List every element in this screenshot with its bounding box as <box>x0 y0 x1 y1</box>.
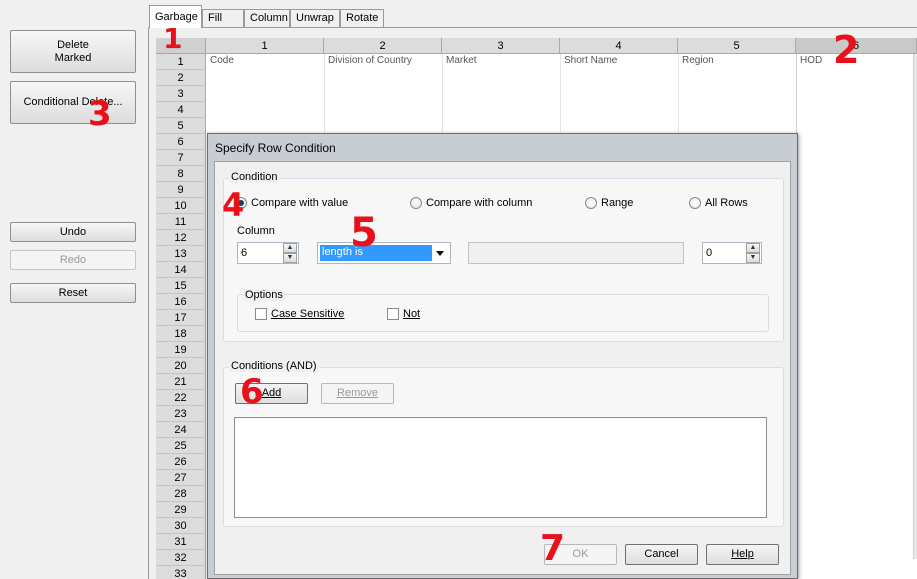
column-header-2[interactable]: 2 <box>324 38 442 54</box>
undo-button[interactable]: Undo <box>10 222 136 242</box>
not-label[interactable]: Not <box>403 308 420 320</box>
condition-group-title: Condition <box>229 171 280 183</box>
column-header-5[interactable]: 5 <box>678 38 796 54</box>
case-sensitive-checkbox[interactable] <box>255 308 267 320</box>
tab-strip-border <box>148 27 917 28</box>
help-button[interactable]: Help <box>706 544 779 565</box>
row-header-column: 1 2 3 4 5 6 7 8 9 10 11 12 13 14 15 16 17 18 19 20 21 22 23 24 2… <box>156 54 206 579</box>
remove-button: Remove <box>321 383 394 404</box>
column-label: Column <box>237 225 275 237</box>
conditions-group-title: Conditions (AND) <box>229 360 319 372</box>
tab-garbage[interactable]: Garbage <box>149 5 202 28</box>
tab-rotate[interactable]: Rotate <box>340 9 384 27</box>
row-header[interactable]: 12 <box>156 230 206 246</box>
compare-with-column-radio[interactable] <box>410 197 422 209</box>
grid-corner[interactable] <box>156 38 206 54</box>
column-spin-down[interactable]: ▼ <box>283 253 297 263</box>
column-spin-up[interactable]: ▲ <box>283 243 297 253</box>
row-header[interactable]: 19 <box>156 342 206 358</box>
row-header[interactable]: 26 <box>156 454 206 470</box>
chevron-down-icon[interactable] <box>436 251 444 256</box>
row-header[interactable]: 31 <box>156 534 206 550</box>
number-spin-down[interactable]: ▼ <box>746 253 760 263</box>
operator-selected-value: length is <box>320 245 432 261</box>
tab-column[interactable]: Column <box>244 9 290 27</box>
number-spin-up[interactable]: ▲ <box>746 243 760 253</box>
not-checkbox[interactable] <box>387 308 399 320</box>
row-header[interactable]: 21 <box>156 374 206 390</box>
row-header[interactable]: 24 <box>156 422 206 438</box>
delete-marked-button[interactable]: Delete Marked <box>10 30 136 73</box>
row-header[interactable]: 3 <box>156 86 206 102</box>
row-header[interactable]: 6 <box>156 134 206 150</box>
row-header[interactable]: 15 <box>156 278 206 294</box>
row-header[interactable]: 22 <box>156 390 206 406</box>
specify-row-condition-dialog: Specify Row Condition Condition Compare … <box>207 133 798 579</box>
grid-cell[interactable]: HOD <box>798 55 915 67</box>
row-header[interactable]: 2 <box>156 70 206 86</box>
row-header[interactable]: 23 <box>156 406 206 422</box>
options-group-title: Options <box>243 289 285 301</box>
grid-cell[interactable]: Market <box>444 55 558 67</box>
column-header-1[interactable]: 1 <box>206 38 324 54</box>
column-header-3[interactable]: 3 <box>442 38 560 54</box>
operator-select[interactable]: length is <box>317 242 451 264</box>
range-label[interactable]: Range <box>601 197 633 209</box>
row-header[interactable]: 16 <box>156 294 206 310</box>
add-button[interactable]: Add <box>235 383 308 404</box>
row-header[interactable]: 27 <box>156 470 206 486</box>
row-header[interactable]: 1 <box>156 54 206 70</box>
all-rows-radio[interactable] <box>689 197 701 209</box>
cancel-button[interactable]: Cancel <box>625 544 698 565</box>
dialog-body: Condition Compare with value Compare wit… <box>214 161 791 575</box>
row-header[interactable]: 4 <box>156 102 206 118</box>
conditions-list[interactable] <box>234 417 767 518</box>
all-rows-label[interactable]: All Rows <box>705 197 748 209</box>
grid-vertical-scrollbar[interactable] <box>913 54 917 559</box>
row-header[interactable]: 28 <box>156 486 206 502</box>
row-header[interactable]: 14 <box>156 262 206 278</box>
row-header[interactable]: 10 <box>156 198 206 214</box>
row-header[interactable]: 9 <box>156 182 206 198</box>
grid-cell[interactable]: Short Name <box>562 55 676 67</box>
reset-button[interactable]: Reset <box>10 283 136 303</box>
row-header[interactable]: 25 <box>156 438 206 454</box>
tab-panel-border <box>148 27 149 579</box>
row-header[interactable]: 20 <box>156 358 206 374</box>
redo-button: Redo <box>10 250 136 270</box>
column-header-4[interactable]: 4 <box>560 38 678 54</box>
compare-with-value-label[interactable]: Compare with value <box>251 197 348 209</box>
tab-unwrap[interactable]: Unwrap <box>290 9 340 27</box>
row-header[interactable]: 8 <box>156 166 206 182</box>
dialog-title: Specify Row Condition <box>215 141 336 155</box>
row-header[interactable]: 13 <box>156 246 206 262</box>
conditional-delete-button[interactable]: Conditional Delete... <box>10 81 136 124</box>
case-sensitive-label[interactable]: Case Sensitive <box>271 308 344 320</box>
row-header[interactable]: 18 <box>156 326 206 342</box>
row-header[interactable]: 5 <box>156 118 206 134</box>
compare-with-value-radio[interactable] <box>235 197 247 209</box>
tab-fill[interactable]: Fill <box>202 9 244 27</box>
row-header[interactable]: 11 <box>156 214 206 230</box>
row-header[interactable]: 29 <box>156 502 206 518</box>
column-header-6[interactable]: 6 <box>796 38 917 54</box>
row-header[interactable]: 32 <box>156 550 206 566</box>
row-header[interactable]: 17 <box>156 310 206 326</box>
row-header[interactable]: 30 <box>156 518 206 534</box>
compare-value-input <box>468 242 684 264</box>
ok-button: OK <box>544 544 617 565</box>
compare-with-column-label[interactable]: Compare with column <box>426 197 532 209</box>
grid-cell[interactable]: Division of Country <box>326 55 440 67</box>
grid-cell[interactable]: Code <box>208 55 322 67</box>
range-radio[interactable] <box>585 197 597 209</box>
row-header[interactable]: 33 <box>156 566 206 579</box>
row-header[interactable]: 7 <box>156 150 206 166</box>
grid-cell[interactable]: Region <box>680 55 794 67</box>
